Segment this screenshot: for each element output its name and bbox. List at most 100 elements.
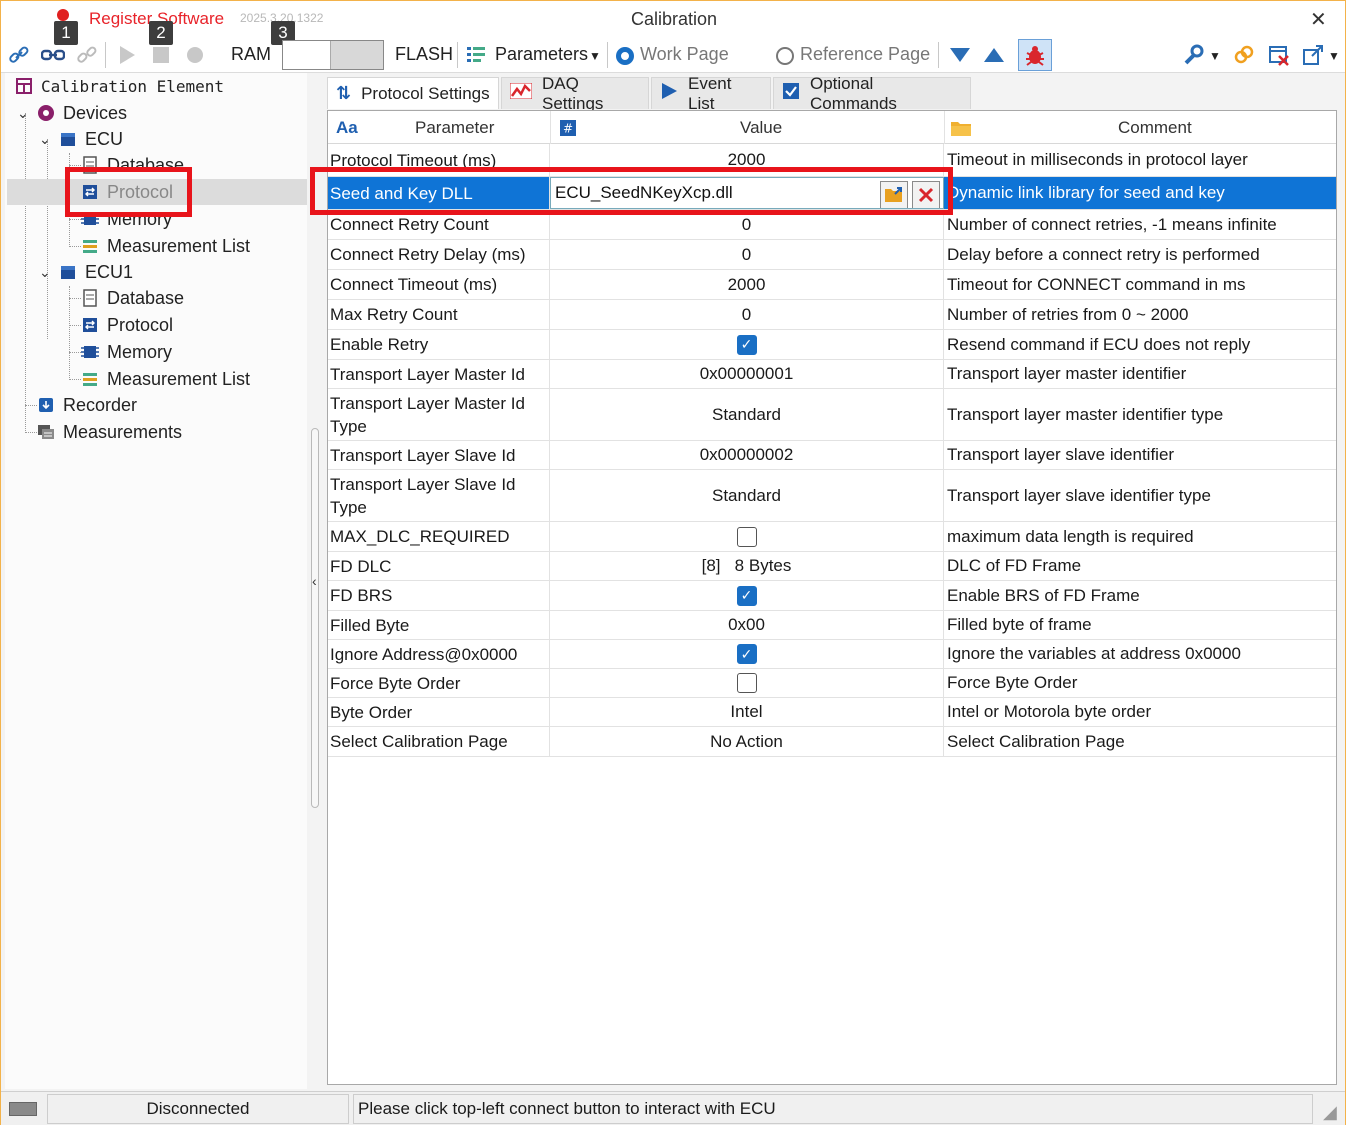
recorder-icon	[37, 396, 55, 414]
value-text: 0x00	[728, 615, 765, 634]
chevron-down-icon[interactable]: ⌄	[39, 131, 51, 148]
ram-label: RAM	[231, 44, 271, 64]
value-cell[interactable]: Intel	[550, 698, 944, 726]
tab-protocol-settings[interactable]: ⇅ Protocol Settings	[327, 77, 499, 109]
table-row[interactable]: FD BRS ✓ Enable BRS of FD Frame	[328, 581, 1336, 611]
value-cell[interactable]: 0	[550, 240, 944, 269]
parameters-dropdown[interactable]: Parameters	[495, 44, 588, 65]
value-cell[interactable]: No Action	[550, 727, 944, 756]
value-cell[interactable]: 0x00	[550, 611, 944, 639]
table-row[interactable]: Max Retry Count 0 Number of retries from 0…	[328, 300, 1336, 330]
value-text: [8] 8 Bytes	[701, 556, 792, 575]
resize-grip-icon[interactable]: ◢	[1323, 1102, 1337, 1123]
value-checkbox[interactable]: ✓	[736, 585, 757, 606]
comment-cell: Intel or Motorola byte order	[947, 702, 1152, 721]
value-cell[interactable]: 0	[550, 300, 944, 329]
parameter-cell: Transport Layer Master Id	[330, 360, 550, 388]
work-page-radio[interactable]	[616, 47, 634, 65]
record-icon[interactable]	[183, 43, 207, 67]
tree-item-protocol[interactable]: Protocol	[81, 312, 173, 338]
chevron-down-icon[interactable]: ▼	[1328, 49, 1340, 63]
tree-item-recorder[interactable]: Recorder	[37, 392, 137, 418]
disconnect-icon[interactable]	[75, 43, 99, 67]
tree-item-devices[interactable]: Devices	[37, 100, 127, 126]
value-cell[interactable]	[550, 669, 944, 697]
comment-cell: Timeout in milliseconds in protocol laye…	[947, 150, 1248, 169]
table-row[interactable]: FD DLC [8] 8 Bytes DLC of FD Frame	[328, 552, 1336, 581]
tree-item-measurements[interactable]: Measurements	[37, 419, 182, 445]
table-row[interactable]: Ignore Address@0x0000 ✓ Ignore the variabl…	[328, 640, 1336, 669]
chevron-down-icon[interactable]: ⌄	[17, 105, 29, 122]
chevron-down-icon[interactable]: ▼	[589, 49, 601, 63]
upload-arrow-icon[interactable]	[982, 43, 1006, 67]
play-icon[interactable]	[115, 43, 139, 67]
database-icon	[81, 289, 99, 307]
download-arrow-icon[interactable]	[948, 43, 972, 67]
chevron-down-icon[interactable]: ▼	[1209, 49, 1221, 63]
stop-icon[interactable]	[149, 43, 173, 67]
debug-bug-icon[interactable]	[1018, 39, 1052, 71]
table-row[interactable]: Filled Byte 0x00 Filled byte of frame	[328, 611, 1336, 640]
parameter-cell: Enable Retry	[330, 330, 550, 359]
value-checkbox[interactable]: ✓	[736, 334, 757, 355]
table-row[interactable]: Transport Layer Master Id 0x00000001 Trans…	[328, 360, 1336, 389]
link-icon[interactable]	[7, 43, 31, 67]
value-checkbox[interactable]: ✓	[736, 644, 757, 664]
tree-item-measurement-list[interactable]: Measurement List	[81, 233, 250, 259]
tree-item-measurement-list[interactable]: Measurement List	[81, 366, 250, 392]
tree-item-ecu[interactable]: ECU	[59, 126, 123, 152]
comment-cell: Timeout for CONNECT command in ms	[947, 274, 1246, 294]
list-icon	[81, 237, 99, 255]
reference-page-radio[interactable]	[776, 47, 794, 65]
value-cell[interactable]: Standard	[550, 470, 944, 521]
value-checkbox[interactable]	[736, 526, 757, 547]
parameter-column-header[interactable]: Parameter	[415, 111, 494, 144]
table-row[interactable]: Transport Layer Slave Id 0x00000002 Transp…	[328, 441, 1336, 470]
connect-icon[interactable]	[41, 43, 65, 67]
work-page-label[interactable]: Work Page	[640, 44, 729, 65]
table-row[interactable]: Connect Retry Delay (ms) 0 Delay before a …	[328, 240, 1336, 270]
table-row[interactable]: MAX_DLC_REQUIRED maximum data length is r…	[328, 522, 1336, 552]
table-row[interactable]: Connect Timeout (ms) 2000 Timeout for CONN…	[328, 270, 1336, 300]
value-cell[interactable]: [8] 8 Bytes	[550, 552, 944, 580]
tree-item-ecu1[interactable]: ECU1	[59, 259, 133, 285]
toolbar-separator	[457, 42, 458, 68]
table-row[interactable]: Byte Order Intel Intel or Motorola byte or…	[328, 698, 1336, 727]
chain-link-icon[interactable]	[1232, 43, 1256, 67]
value-cell[interactable]: 0x00000001	[550, 360, 944, 388]
ram-flash-toggle[interactable]	[282, 40, 384, 70]
tree-item-database[interactable]: Database	[81, 285, 184, 311]
comment-cell: Number of connect retries, -1 means infi…	[947, 214, 1277, 234]
value-cell[interactable]: ✓	[550, 330, 944, 359]
table-row[interactable]: Transport Layer Master Id Type Standard Tr…	[328, 389, 1336, 441]
tab-event-list[interactable]: Event List	[651, 74, 771, 113]
table-row[interactable]: Enable Retry ✓ Resend command if ECU does …	[328, 330, 1336, 360]
export-icon[interactable]	[1301, 43, 1325, 67]
value-column-header[interactable]: Value	[740, 111, 782, 144]
value-cell[interactable]: 2000	[550, 270, 944, 299]
parameter-cell: Connect Retry Delay (ms)	[330, 240, 550, 269]
value-cell[interactable]: ✓	[550, 640, 944, 668]
table-row[interactable]: Force Byte Order Force Byte Order	[328, 669, 1336, 698]
value-cell[interactable]	[550, 522, 944, 551]
table-row[interactable]: Select Calibration Page No Action Select C…	[328, 727, 1336, 757]
devices-icon	[37, 104, 55, 122]
close-button[interactable]: ✕	[1310, 7, 1327, 32]
close-calendar-icon[interactable]	[1267, 43, 1291, 67]
panel-splitter[interactable]: ‹	[308, 73, 326, 1089]
reference-page-label[interactable]: Reference Page	[800, 44, 930, 65]
collapse-arrow-icon[interactable]: ‹	[312, 573, 317, 589]
value-checkbox[interactable]	[736, 673, 757, 693]
comment-column-header[interactable]: Comment	[1118, 111, 1192, 144]
tab-daq-settings[interactable]: DAQ Settings	[501, 74, 649, 113]
wrench-icon[interactable]	[1181, 43, 1205, 67]
comment-cell: Ignore the variables at address 0x0000	[947, 644, 1241, 663]
tab-optional-commands[interactable]: Optional Commands	[773, 74, 971, 113]
tree-item-memory[interactable]: Memory	[81, 339, 172, 365]
value-cell[interactable]: Standard	[550, 389, 944, 440]
table-row[interactable]: Transport Layer Slave Id Type Standard Tra…	[328, 470, 1336, 522]
value-cell[interactable]: ✓	[550, 581, 944, 610]
chevron-down-icon[interactable]: ⌄	[39, 264, 51, 281]
title-bar: Register Software 2025.3.20.1322 Calibra…	[1, 1, 1345, 37]
value-cell[interactable]: 0x00000002	[550, 441, 944, 469]
